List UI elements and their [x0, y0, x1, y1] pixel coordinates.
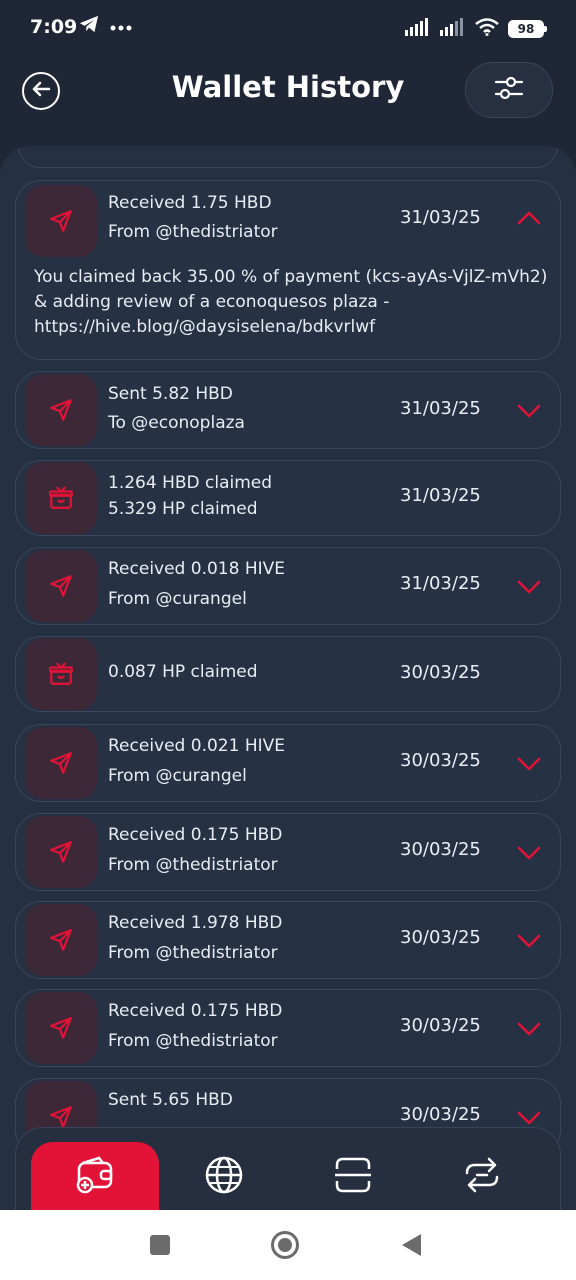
chevron-down-icon[interactable] — [516, 1020, 542, 1038]
more-dots-icon — [110, 17, 132, 36]
transaction-title: Sent 5.82 HBD — [108, 384, 233, 404]
transaction-title: 1.264 HBD claimed — [108, 473, 273, 493]
transaction-title: Sent 5.65 HBD — [108, 1090, 233, 1110]
transaction-card[interactable]: Received 0.175 HBD From @thedistriator 3… — [15, 989, 561, 1067]
wifi-icon — [475, 18, 499, 40]
transaction-date: 30/03/25 — [400, 750, 481, 771]
transaction-card[interactable]: Received 1.75 HBD From @thedistriator 31… — [15, 180, 561, 360]
chevron-up-icon[interactable] — [516, 209, 542, 227]
transaction-date: 30/03/25 — [400, 927, 481, 948]
gift-icon — [25, 462, 97, 534]
transaction-card[interactable]: 1.264 HBD claimed 5.329 HP claimed 31/03… — [15, 460, 561, 536]
gift-icon — [25, 638, 97, 710]
chevron-down-icon[interactable] — [516, 402, 542, 420]
send-icon — [25, 992, 97, 1064]
chevron-down-icon[interactable] — [516, 578, 542, 596]
send-icon — [25, 816, 97, 888]
transaction-title: Received 1.978 HBD — [108, 913, 283, 933]
nav-wallet[interactable] — [31, 1142, 159, 1212]
send-icon — [25, 550, 97, 622]
transaction-counterparty: From @thedistriator — [108, 1031, 278, 1051]
transaction-title: Received 0.175 HBD — [108, 1001, 283, 1021]
previous-card-edge — [18, 146, 558, 168]
battery-icon: 98 — [508, 20, 547, 38]
transaction-counterparty: From @thedistriator — [108, 222, 278, 242]
transaction-date: 31/03/25 — [400, 398, 481, 419]
recents-square-icon[interactable] — [145, 1230, 175, 1260]
transaction-subtitle: 5.329 HP claimed — [108, 499, 258, 519]
transaction-card[interactable]: Received 1.978 HBD From @thedistriator 3… — [15, 901, 561, 979]
swap-icon — [461, 1155, 503, 1199]
nav-explore[interactable] — [160, 1142, 288, 1212]
transaction-title: Received 1.75 HBD — [108, 193, 272, 213]
transaction-card[interactable]: Received 0.175 HBD From @thedistriator 3… — [15, 813, 561, 891]
send-icon — [25, 904, 97, 976]
transactions-panel[interactable]: Received 1.75 HBD From @thedistriator 31… — [0, 146, 576, 1210]
transaction-title: Received 0.175 HBD — [108, 825, 283, 845]
chevron-down-icon[interactable] — [516, 932, 542, 950]
transaction-title: Received 0.018 HIVE — [108, 559, 285, 579]
signal-icon — [405, 18, 431, 40]
chevron-down-icon[interactable] — [516, 844, 542, 862]
scan-icon — [333, 1155, 373, 1199]
transaction-counterparty: From @thedistriator — [108, 855, 278, 875]
filter-button[interactable] — [465, 62, 553, 118]
wallet-history-screen: 7:09 98 Wallet History Received 1.75 HBD… — [0, 0, 576, 1280]
chevron-down-icon[interactable] — [516, 755, 542, 773]
transaction-date: 31/03/25 — [400, 573, 481, 594]
transaction-date: 30/03/25 — [400, 1104, 481, 1125]
transaction-card[interactable]: 0.087 HP claimed 30/03/25 — [15, 636, 561, 712]
transaction-date: 30/03/25 — [400, 1015, 481, 1036]
sliders-icon — [494, 74, 524, 106]
signal-icon-2 — [440, 18, 466, 40]
transaction-title: Received 0.021 HIVE — [108, 736, 285, 756]
transaction-counterparty: From @curangel — [108, 766, 247, 786]
system-navigation-bar — [0, 1210, 576, 1280]
transaction-date: 30/03/25 — [400, 662, 481, 683]
send-icon — [25, 374, 97, 446]
send-icon — [25, 727, 97, 799]
transaction-date: 31/03/25 — [400, 207, 481, 228]
transaction-title: 0.087 HP claimed — [108, 662, 258, 682]
transaction-counterparty: From @thedistriator — [108, 943, 278, 963]
nav-swap[interactable] — [418, 1142, 546, 1212]
transaction-card[interactable]: Received 0.018 HIVE From @curangel 31/03… — [15, 547, 561, 625]
status-time: 7:09 — [30, 16, 78, 38]
app-header: Wallet History — [0, 58, 576, 128]
send-icon — [25, 185, 97, 257]
nav-scan[interactable] — [289, 1142, 417, 1212]
back-triangle-icon[interactable] — [396, 1230, 426, 1260]
telegram-icon — [78, 14, 100, 38]
status-left-icons — [78, 14, 132, 38]
status-bar: 7:09 98 — [0, 0, 576, 58]
transaction-card[interactable]: Sent 5.82 HBD To @econoplaza 31/03/25 — [15, 371, 561, 449]
status-right-icons: 98 — [405, 18, 547, 40]
chevron-down-icon[interactable] — [516, 1109, 542, 1127]
wallet-add-icon — [73, 1155, 117, 1199]
transaction-counterparty: To @econoplaza — [108, 413, 245, 433]
transaction-counterparty: From @curangel — [108, 589, 247, 609]
home-circle-icon[interactable] — [270, 1230, 300, 1260]
battery-level: 98 — [517, 22, 535, 36]
globe-icon — [204, 1155, 244, 1199]
transaction-date: 30/03/25 — [400, 839, 481, 860]
transaction-description: You claimed back 35.00 % of payment (kcs… — [34, 267, 548, 337]
transaction-card[interactable]: Received 0.021 HIVE From @curangel 30/03… — [15, 724, 561, 802]
transaction-date: 31/03/25 — [400, 485, 481, 506]
